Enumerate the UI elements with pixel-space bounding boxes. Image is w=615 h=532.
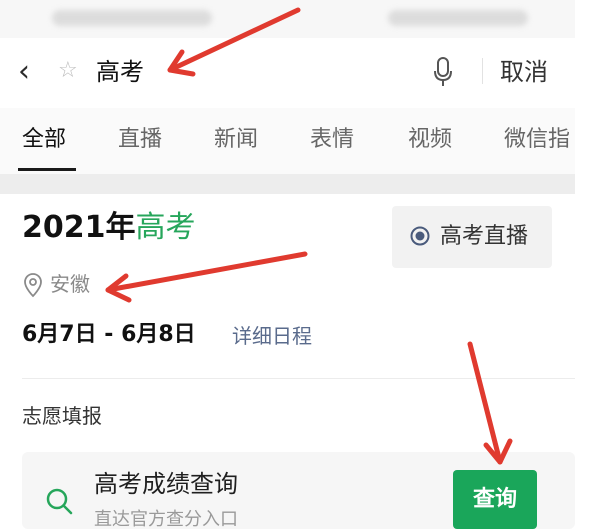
arrow-to-location (105, 251, 308, 293)
arrow-to-query (167, 7, 301, 73)
annotation-arrows (105, 7, 513, 465)
